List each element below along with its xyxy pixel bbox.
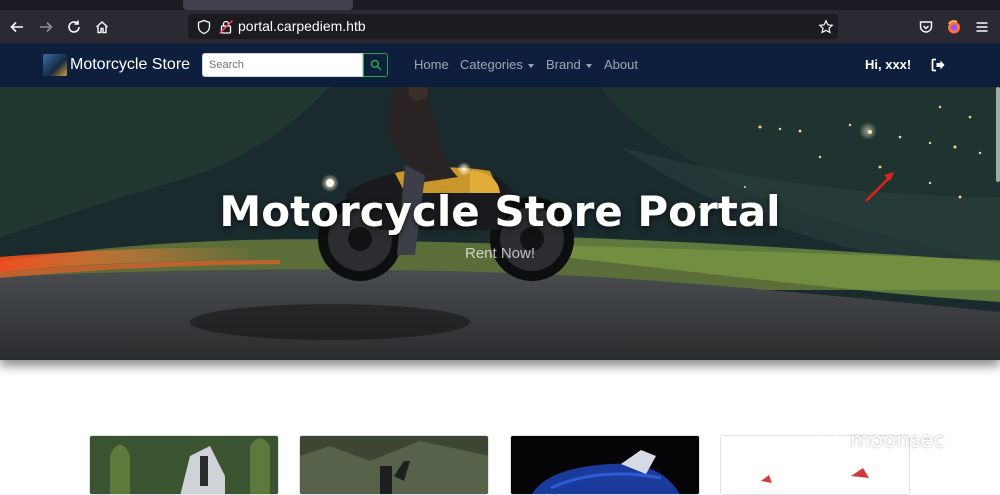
nav-brand[interactable]: Brand (546, 57, 592, 72)
brand-logo[interactable] (43, 54, 67, 76)
chevron-down-icon (527, 63, 534, 68)
search-input[interactable] (202, 53, 363, 77)
search-button[interactable] (363, 53, 388, 77)
search-icon (370, 59, 381, 71)
lock-icon[interactable] (218, 19, 234, 35)
hero-subtitle[interactable]: Rent Now! (0, 245, 1000, 262)
hamburger-menu-icon[interactable] (972, 17, 992, 37)
product-card[interactable] (299, 435, 489, 495)
hero-banner: Motorcycle Store Portal Rent Now! (0, 87, 1000, 360)
wechat-icon (818, 429, 844, 450)
product-card[interactable] (510, 435, 700, 495)
brand-name[interactable]: Motorcycle Store (70, 56, 190, 74)
chevron-down-icon (585, 63, 592, 68)
nav-about[interactable]: About (604, 57, 638, 72)
logout-icon[interactable] (930, 57, 946, 73)
annotation-arrow-icon (865, 172, 894, 202)
pocket-icon[interactable] (916, 17, 936, 37)
product-image (511, 436, 699, 494)
watermark: moonsec (818, 428, 945, 452)
browser-tab-active[interactable] (183, 0, 353, 10)
nav-categories[interactable]: Categories (460, 57, 534, 72)
firefox-account-icon[interactable] (944, 17, 964, 37)
bookmark-star-icon[interactable] (818, 19, 834, 35)
reload-icon[interactable] (64, 17, 84, 37)
tab-strip (0, 0, 1000, 10)
page-scrollbar[interactable] (996, 87, 1000, 182)
url-bar[interactable]: portal.carpediem.htb (188, 14, 838, 39)
nav-brand-label: Brand (546, 57, 581, 72)
browser-toolbar: portal.carpediem.htb (0, 10, 1000, 43)
nav-categories-label: Categories (460, 57, 523, 72)
watermark-text: moonsec (850, 428, 945, 452)
site-navbar: Motorcycle Store Home Categories Brand A… (0, 43, 1000, 87)
url-text: portal.carpediem.htb (238, 18, 366, 34)
product-image (90, 436, 278, 494)
forward-icon[interactable] (36, 17, 56, 37)
user-greeting: Hi, xxx! (865, 57, 912, 72)
back-icon[interactable] (7, 17, 27, 37)
product-card[interactable] (89, 435, 279, 495)
nav-home[interactable]: Home (414, 57, 449, 72)
home-icon[interactable] (92, 17, 112, 37)
shield-icon[interactable] (196, 19, 212, 35)
hero-title: Motorcycle Store Portal (219, 187, 781, 236)
product-image (300, 436, 488, 494)
